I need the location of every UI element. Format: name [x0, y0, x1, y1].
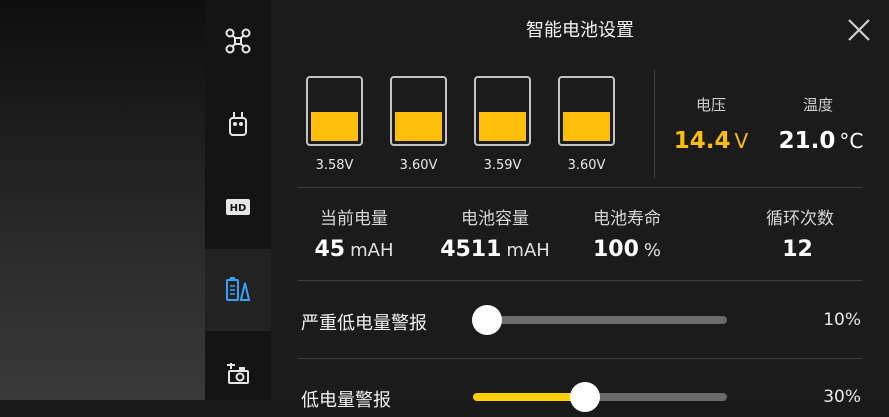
stat-value: 45 mAH	[294, 237, 414, 262]
stat-number: 100	[592, 237, 639, 262]
close-icon	[848, 19, 870, 41]
slider-label: 严重低电量警报	[301, 313, 427, 334]
stat-unit: mAH	[350, 240, 394, 261]
gimbal-camera-icon	[227, 363, 249, 384]
stat-number: 45	[314, 237, 346, 262]
stat-label: 循环次数	[766, 209, 834, 229]
voltage-number: 14.4	[673, 128, 731, 154]
voltage-value: 14.4 V	[651, 128, 771, 154]
svg-text:HD: HD	[230, 203, 247, 214]
slider-label: 低电量警报	[301, 390, 391, 411]
sidebar-item-battery[interactable]	[205, 249, 271, 331]
stat-unit: %	[643, 240, 662, 261]
slider-thumb[interactable]	[570, 382, 600, 412]
critical-low-battery-row: 严重低电量警报 10%	[301, 300, 861, 340]
critical-low-battery-slider[interactable]	[472, 305, 727, 335]
stat-current-charge: 当前电量 45 mAH	[294, 204, 414, 262]
cell-voltage-label: 3.60V	[399, 158, 438, 173]
stat-capacity: 电池容量 4511 mAH	[435, 204, 555, 262]
cell-voltage-label: 3.60V	[567, 158, 606, 173]
low-battery-row: 低电量警报 30%	[301, 377, 861, 417]
cell-gauge	[306, 76, 363, 146]
cell-gauge	[390, 76, 447, 146]
slider-thumb[interactable]	[472, 305, 502, 335]
camera-view-background	[0, 0, 205, 400]
sidebar-item-gimbal-camera[interactable]	[205, 332, 271, 414]
stat-value: 4511 mAH	[435, 237, 555, 262]
cell-level-fill	[395, 112, 442, 141]
hd-icon: HD	[226, 199, 250, 215]
stat-value: 100%	[567, 237, 687, 262]
cell-level-fill	[311, 112, 358, 141]
drone-icon	[225, 28, 251, 54]
stat-number: 12	[782, 237, 813, 262]
temperature-value: 21.0 °C	[761, 128, 881, 154]
page-title: 智能电池设置	[526, 20, 634, 41]
stat-label: 电池容量	[461, 209, 529, 229]
sidebar-item-hd-transmission[interactable]: HD	[205, 166, 271, 248]
divider	[298, 358, 862, 359]
stat-number: 4511	[440, 237, 502, 262]
divider	[654, 70, 655, 178]
slider-value: 10%	[823, 310, 861, 330]
voltage-unit: V	[734, 129, 749, 153]
settings-sidebar: HD	[205, 0, 271, 400]
cell-level-fill	[479, 112, 526, 141]
sidebar-item-remote-controller[interactable]	[205, 83, 271, 165]
temperature-unit: °C	[839, 129, 864, 153]
stat-label: 当前电量	[320, 209, 388, 229]
stat-unit: mAH	[506, 240, 550, 261]
remote-controller-icon	[229, 112, 247, 136]
cell-voltage-label: 3.59V	[483, 158, 522, 173]
cell-gauge	[474, 76, 531, 146]
stat-label: 电池寿命	[593, 209, 661, 229]
battery-settings-panel: 智能电池设置 3.58V 3.60V 3.59V 3.60V 电压 14.4 V …	[271, 0, 889, 412]
battery-settings-icon	[226, 277, 251, 301]
stat-cycle-count: 循环次数 12	[740, 204, 860, 262]
temperature-number: 21.0	[778, 128, 836, 154]
cell-level-fill	[563, 112, 610, 141]
cell-gauge	[558, 76, 615, 146]
voltage-label: 电压	[695, 96, 726, 114]
temperature-label: 温度	[802, 96, 833, 114]
divider	[298, 280, 862, 281]
stat-value: 12	[740, 237, 860, 262]
close-button[interactable]	[843, 14, 875, 46]
sidebar-item-aircraft[interactable]	[205, 0, 271, 82]
divider	[298, 187, 862, 188]
stat-battery-life: 电池寿命 100%	[567, 204, 687, 262]
slider-value: 30%	[823, 387, 861, 407]
cell-voltage-label: 3.58V	[315, 158, 354, 173]
